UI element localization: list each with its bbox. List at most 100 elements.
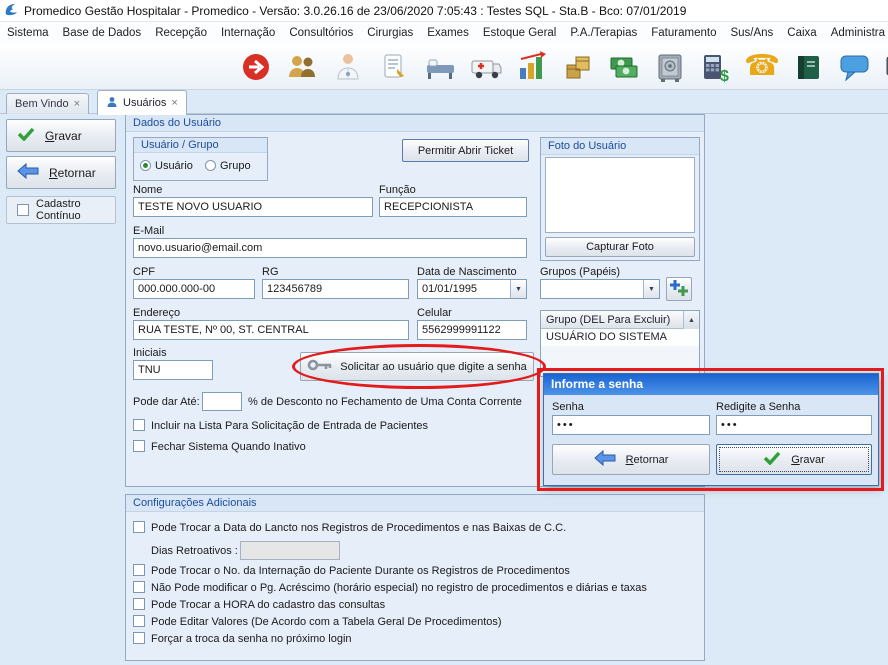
notes-icon[interactable]	[376, 49, 412, 85]
billing-icon[interactable]	[606, 49, 642, 85]
funcao-input[interactable]	[379, 197, 527, 217]
capturar-foto-button[interactable]: Capturar Foto	[545, 237, 695, 257]
menu-administracao[interactable]: Administra	[824, 22, 888, 44]
nome-input[interactable]	[133, 197, 373, 217]
grupo-grid-header: Grupo (DEL Para Excluir)	[541, 311, 699, 329]
config-chk4-checkbox[interactable]	[133, 598, 145, 610]
cash-icon[interactable]: $	[698, 49, 734, 85]
endereco-input[interactable]	[133, 320, 409, 340]
chart-icon[interactable]	[514, 49, 550, 85]
iniciais-label: Iniciais	[133, 347, 167, 360]
desconto-label: Pode dar Até:	[133, 396, 200, 409]
radio-grupo[interactable]	[205, 160, 216, 171]
bed-icon[interactable]	[422, 49, 458, 85]
nascimento-label: Data de Nascimento	[417, 266, 517, 279]
config-chk1-checkbox[interactable]	[133, 521, 145, 533]
tab-bem-vindo-close-icon[interactable]: ×	[74, 99, 80, 110]
retornar-button[interactable]: Retornar	[6, 156, 116, 189]
rg-input[interactable]	[262, 279, 409, 299]
informe-senha-dialog: Informe a senha Senha Redigite a Senha R…	[543, 373, 879, 486]
config-chk2-checkbox[interactable]	[133, 564, 145, 576]
menu-cirurgias[interactable]: Cirurgias	[360, 22, 420, 44]
reception-icon[interactable]	[284, 49, 320, 85]
radio-grupo-label: Grupo	[220, 160, 251, 173]
config-chk6-checkbox[interactable]	[133, 632, 145, 644]
tab-bem-vindo-label: Bem Vindo	[15, 98, 69, 110]
usuario-grupo-header: Usuário / Grupo	[134, 138, 267, 153]
celular-input[interactable]	[417, 320, 527, 340]
menu-exames[interactable]: Exames	[420, 22, 476, 44]
desconto-input[interactable]	[202, 392, 242, 411]
menu-caixa[interactable]: Caixa	[780, 22, 823, 44]
menu-estoque-geral[interactable]: Estoque Geral	[476, 22, 564, 44]
cpf-input[interactable]	[133, 279, 255, 299]
menu-faturamento[interactable]: Faturamento	[644, 22, 723, 44]
email-label: E-Mail	[133, 225, 164, 238]
funcao-label: Função	[379, 184, 416, 197]
tab-usuarios[interactable]: Usuários ×	[97, 90, 187, 115]
foto-header: Foto do Usuário	[541, 138, 699, 155]
dialog-retornar-button[interactable]: Retornar	[552, 444, 710, 475]
config-chk2-label: Pode Trocar o No. da Internação do Pacie…	[151, 565, 570, 578]
dialog-gravar-button[interactable]: Gravar	[716, 444, 872, 475]
config-chk5-checkbox[interactable]	[133, 615, 145, 627]
cpf-label: CPF	[133, 266, 155, 279]
radio-usuario-label: Usuário	[155, 160, 193, 173]
menu-base-de-dados[interactable]: Base de Dados	[56, 22, 149, 44]
gravar-button[interactable]: Gravar	[6, 119, 116, 152]
logoff-icon[interactable]	[238, 49, 274, 85]
phone-icon[interactable]: ☎	[744, 49, 780, 85]
usuario-grupo-group: Usuário / Grupo	[133, 137, 268, 181]
config-chk5-label: Pode Editar Valores (De Acordo com a Tab…	[151, 616, 502, 629]
tab-bem-vindo[interactable]: Bem Vindo ×	[6, 93, 89, 114]
redigite-senha-input[interactable]	[716, 415, 872, 435]
fechar-sistema-checkbox[interactable]	[133, 440, 145, 452]
back-arrow-icon	[594, 450, 616, 469]
config-chk3-checkbox[interactable]	[133, 581, 145, 593]
menu-pa-terapias[interactable]: P.A./Terapias	[563, 22, 644, 44]
window-title: Promedico Gestão Hospitalar - Promedico …	[24, 4, 686, 18]
grid-up-icon[interactable]: ▲	[683, 311, 699, 329]
doctor-icon[interactable]	[330, 49, 366, 85]
nascimento-dropdown-icon[interactable]: ▼	[510, 280, 526, 298]
add-grupo-button[interactable]	[666, 277, 692, 301]
celular-label: Celular	[417, 307, 452, 320]
nascimento-combo[interactable]: 01/01/1995 ▼	[417, 279, 527, 299]
grupos-combo[interactable]: ▼	[540, 279, 660, 299]
main-toolbar: $ ☎	[0, 44, 888, 90]
menu-bar: Sistema Base de Dados Recepção Internaçã…	[0, 22, 888, 44]
iniciais-input[interactable]	[133, 360, 213, 380]
key-icon	[307, 356, 333, 377]
permitir-ticket-button[interactable]: Permitir Abrir Ticket	[402, 139, 529, 162]
menu-sistema[interactable]: Sistema	[0, 22, 56, 44]
incluir-lista-checkbox[interactable]	[133, 419, 145, 431]
menu-internacao[interactable]: Internação	[214, 22, 282, 44]
solicitar-senha-button[interactable]: Solicitar ao usuário que digite a senha	[300, 352, 534, 381]
monitor-icon[interactable]	[882, 49, 888, 85]
book-icon[interactable]	[790, 49, 826, 85]
email-input[interactable]	[133, 238, 527, 258]
menu-recepcao[interactable]: Recepção	[148, 22, 214, 44]
config-chk3-label: Não Pode modificar o Pg. Acréscimo (horá…	[151, 582, 647, 595]
permitir-ticket-label: Permitir Abrir Ticket	[418, 145, 513, 157]
grupo-grid-row[interactable]: USUÁRIO DO SISTEMA	[541, 329, 699, 346]
solicitar-senha-label: Solicitar ao usuário que digite a senha	[340, 361, 527, 373]
stock-icon[interactable]	[560, 49, 596, 85]
ambulance-icon[interactable]	[468, 49, 504, 85]
menu-consultorios[interactable]: Consultórios	[282, 22, 360, 44]
menu-sus-ans[interactable]: Sus/Ans	[723, 22, 780, 44]
cadastro-continuo-checkbox[interactable]	[17, 204, 29, 216]
plus-icon	[669, 279, 689, 300]
cadastro-continuo-toggle[interactable]: Cadastro Contínuo	[6, 196, 116, 224]
radio-usuario[interactable]	[140, 160, 151, 171]
tab-strip: Bem Vindo × Usuários ×	[0, 90, 888, 114]
app-logo-icon	[4, 2, 19, 20]
senha-label: Senha	[552, 401, 584, 414]
grupos-dropdown-icon[interactable]: ▼	[643, 280, 659, 298]
config-chk4-label: Pode Trocar a HORA do cadastro das consu…	[151, 599, 385, 612]
tab-usuarios-close-icon[interactable]: ×	[171, 98, 177, 109]
senha-input[interactable]	[552, 415, 710, 435]
safe-icon[interactable]	[652, 49, 688, 85]
capturar-foto-label: Capturar Foto	[586, 241, 654, 253]
chat-icon[interactable]	[836, 49, 872, 85]
